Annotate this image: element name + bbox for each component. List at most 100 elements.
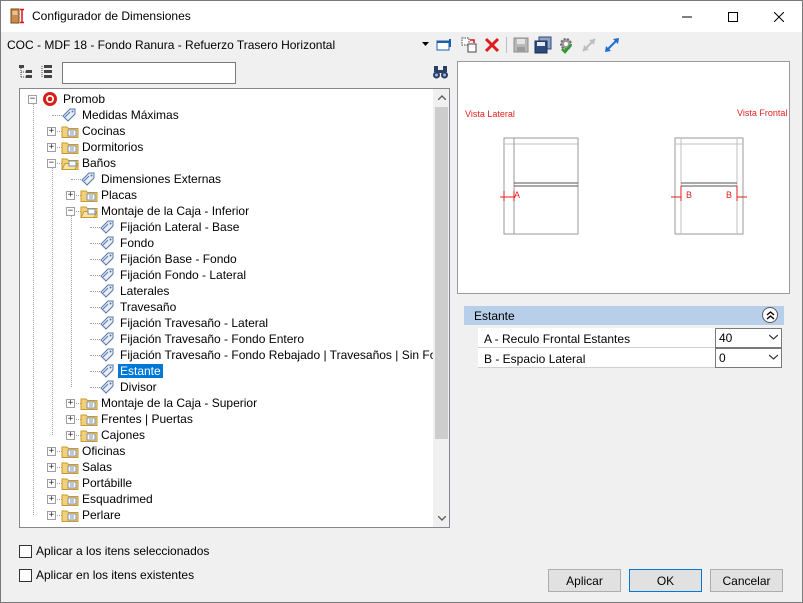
tree-expand-button[interactable]: +	[47, 495, 56, 504]
tree-item-label: Fondo	[120, 236, 155, 250]
tree-item[interactable]: Baños	[61, 155, 118, 171]
tag-icon	[61, 107, 80, 123]
tree-item[interactable]: Frentes | Puertas	[80, 411, 195, 427]
tree-expand-button[interactable]: +	[47, 127, 56, 136]
property-name: A - Reculo Frontal Estantes	[478, 328, 715, 348]
tree-item[interactable]: Fondo	[99, 235, 156, 251]
tree-item[interactable]: Medidas Máximas	[61, 107, 181, 123]
tree-item[interactable]: Oficinas	[61, 443, 127, 459]
tree-expand-button[interactable]: +	[66, 415, 75, 424]
cancel-button[interactable]: Cancelar	[710, 569, 783, 592]
tree-expand-button[interactable]: +	[66, 191, 75, 200]
tree-expand-button[interactable]: +	[47, 479, 56, 488]
tree-item[interactable]: Fijación Fondo - Lateral	[99, 267, 248, 283]
tree-search-input[interactable]	[62, 62, 236, 84]
tree-item[interactable]: Dimensiones Externas	[80, 171, 223, 187]
collapse-arrows-icon[interactable]	[580, 36, 598, 54]
item-path-dropdown-icon[interactable]	[422, 42, 429, 46]
tree-collapse-button[interactable]: −	[47, 159, 56, 168]
scroll-up-button[interactable]	[433, 89, 449, 106]
tree-collapse-button[interactable]: −	[66, 207, 75, 216]
minimize-button[interactable]	[664, 1, 710, 32]
scroll-down-button[interactable]	[433, 510, 449, 527]
tree-item-label: Travesaño	[120, 300, 177, 314]
tree-expand-button[interactable]: +	[47, 447, 56, 456]
collapse-group-button[interactable]	[762, 307, 778, 323]
tree-item[interactable]: Fijación Travesaño - Fondo Rebajado | Tr…	[99, 347, 449, 363]
tree-item[interactable]: Montaje de la Caja - Inferior	[80, 203, 251, 219]
folder-icon	[61, 443, 80, 459]
tree-item[interactable]: Cocinas	[61, 123, 127, 139]
tag-icon	[99, 331, 118, 347]
tree-expand-icon[interactable]	[40, 64, 56, 80]
tree-item-label: Frentes | Puertas	[101, 412, 193, 426]
property-row-indent	[464, 328, 478, 348]
tree-vertical-scrollbar[interactable]	[433, 89, 449, 527]
minimize-icon	[682, 16, 692, 17]
tree-collapse-icon[interactable]	[18, 64, 34, 80]
tree-expand-button[interactable]: +	[47, 143, 56, 152]
save-icon[interactable]	[512, 36, 530, 54]
tree-expand-button[interactable]: +	[47, 511, 56, 520]
expand-arrows-icon[interactable]	[603, 36, 621, 54]
tag-icon	[99, 299, 118, 315]
tree-collapse-button[interactable]: −	[28, 95, 37, 104]
property-value-select[interactable]: 0	[715, 348, 782, 368]
tag-icon	[99, 235, 118, 251]
tree-item-label: Fijación Lateral - Base	[120, 220, 240, 234]
tree-item[interactable]: Esquadrimed	[61, 491, 155, 507]
apply-existing-checkbox[interactable]	[19, 568, 32, 582]
item-path-label: COC - MDF 18 - Fondo Ranura - Refuerzo T…	[7, 38, 336, 52]
apply-button[interactable]: Aplicar	[548, 569, 621, 592]
tree-item[interactable]: Dormitorios	[61, 139, 145, 155]
tree-item[interactable]: Fijación Base - Fondo	[99, 251, 239, 267]
tree-item[interactable]: Portábille	[61, 475, 134, 491]
tree-item[interactable]: Fijación Travesaño - Lateral	[99, 315, 270, 331]
folder-icon	[80, 395, 99, 411]
tree-item[interactable]: Estante	[99, 363, 163, 379]
copy-configuration-icon[interactable]	[460, 36, 478, 54]
dimension-b-right-label: B	[726, 190, 733, 200]
tree-item-label: Montaje de la Caja - Superior	[101, 396, 258, 410]
property-group-header[interactable]: Estante	[464, 306, 784, 325]
window-title: Configurador de Dimensiones	[32, 9, 191, 23]
side-view-drawing	[500, 137, 579, 235]
property-value: 40	[719, 331, 733, 345]
tree-item[interactable]: Fijación Lateral - Base	[99, 219, 241, 235]
tree-expand-button[interactable]: +	[66, 399, 75, 408]
tree-item[interactable]: Salas	[61, 459, 114, 475]
property-value-select[interactable]: 40	[715, 328, 782, 348]
maximize-button[interactable]	[710, 1, 756, 32]
tree-item-label: Dimensiones Externas	[101, 172, 222, 186]
folder-icon	[61, 475, 80, 491]
tree-item[interactable]: Laterales	[99, 283, 171, 299]
tree-item-label: Dormitorios	[82, 140, 144, 154]
save-all-icon[interactable]	[534, 36, 552, 54]
apply-existing-option[interactable]: Aplicar en los itens existentes	[19, 567, 194, 583]
apply-selected-label: Aplicar a los itens seleccionados	[36, 544, 210, 558]
tree-expand-button[interactable]: +	[47, 463, 56, 472]
tree-item[interactable]: Promob	[42, 91, 107, 107]
tree-item[interactable]: Montaje de la Caja - Superior	[80, 395, 259, 411]
ok-button[interactable]: OK	[629, 569, 702, 592]
apply-selected-checkbox[interactable]	[19, 544, 32, 558]
apply-selected-option[interactable]: Aplicar a los itens seleccionados	[19, 543, 209, 559]
property-row: A - Reculo Frontal Estantes 40	[464, 328, 784, 348]
tree-item-label: Promob	[63, 92, 106, 106]
delete-icon[interactable]	[483, 36, 501, 54]
settings-check-icon[interactable]	[557, 36, 575, 54]
tree-item[interactable]: Perlare	[61, 507, 123, 523]
tree-item[interactable]: Travesaño	[99, 299, 178, 315]
title-bar: Configurador de Dimensiones	[1, 1, 802, 32]
select-item-icon[interactable]	[435, 36, 453, 54]
category-tree[interactable]: − Promob Medidas Máximas + Cocinas + Dormitori…	[19, 88, 450, 528]
binoculars-search-icon[interactable]	[432, 64, 449, 80]
tree-expand-button[interactable]: +	[66, 431, 75, 440]
scroll-thumb[interactable]	[435, 107, 448, 439]
tree-item[interactable]: Fijación Travesaño - Fondo Entero	[99, 331, 306, 347]
tree-item-label: Fijación Fondo - Lateral	[120, 268, 247, 282]
tree-item[interactable]: Cajones	[80, 427, 147, 443]
close-button[interactable]	[756, 1, 802, 32]
tree-item[interactable]: Placas	[80, 187, 139, 203]
tree-item[interactable]: Divisor	[99, 379, 159, 395]
